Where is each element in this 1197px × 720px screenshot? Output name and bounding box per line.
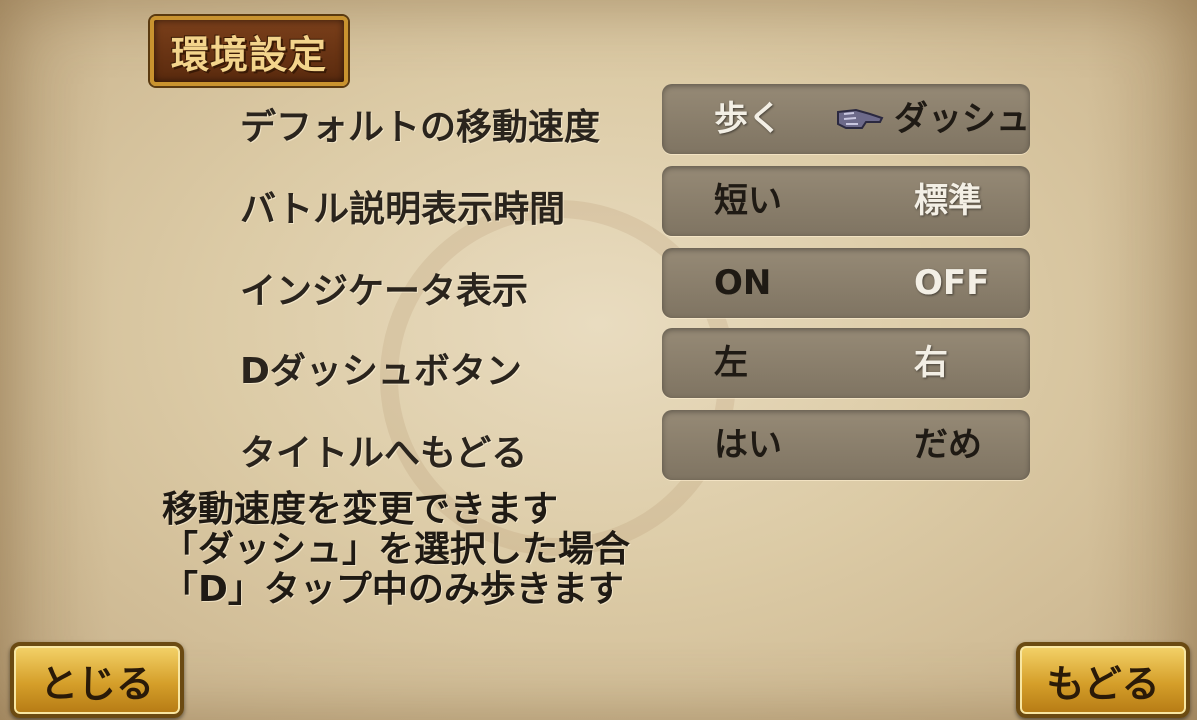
help-text: 移動速度を変更できます 「ダッシュ」を選択した場合 「D」タップ中のみ歩きます — [162, 490, 630, 610]
back-button[interactable]: もどる — [1016, 642, 1190, 718]
option-yes[interactable]: はい — [714, 410, 782, 480]
title-plate: 環境設定 — [150, 16, 348, 86]
option-box-move-speed: 歩く ダッシュ — [662, 84, 1030, 154]
option-off[interactable]: OFF — [914, 248, 989, 318]
option-no[interactable]: だめ — [914, 410, 982, 480]
setting-label-battle-desc-time: バトル説明表示時間 — [240, 189, 566, 230]
option-dash[interactable]: ダッシュ — [894, 84, 1030, 154]
setting-label-d-dash-button: Dダッシュボタン — [240, 351, 522, 392]
left-ornament — [0, 0, 110, 720]
option-on[interactable]: ON — [714, 248, 771, 318]
option-box-battle-desc-time: 短い 標準 — [662, 166, 1030, 236]
option-box-return-title: はい だめ — [662, 410, 1030, 480]
setting-label-return-title: タイトルへもどる — [240, 433, 528, 474]
gauntlet-pointer-icon — [837, 108, 884, 129]
option-left[interactable]: 左 — [714, 328, 748, 398]
option-standard[interactable]: 標準 — [914, 166, 982, 236]
option-box-indicator: ON OFF — [662, 248, 1030, 318]
setting-label-indicator: インジケータ表示 — [240, 271, 529, 312]
option-walk[interactable]: 歩く — [714, 84, 782, 154]
option-short[interactable]: 短い — [714, 166, 782, 236]
option-right[interactable]: 右 — [914, 328, 948, 398]
right-ornament — [1087, 0, 1197, 720]
close-button[interactable]: とじる — [10, 642, 184, 718]
setting-label-move-speed: デフォルトの移動速度 — [240, 107, 601, 148]
option-box-d-dash-button: 左 右 — [662, 328, 1030, 398]
page-title: 環境設定 — [170, 32, 327, 77]
close-button-label: とじる — [39, 661, 154, 706]
help-line-3: 「D」タップ中のみ歩きます — [162, 569, 624, 610]
back-button-label: もどる — [1046, 661, 1160, 706]
help-line-1: 移動速度を変更できます — [162, 489, 559, 530]
help-line-2: 「ダッシュ」を選択した場合 — [162, 529, 631, 570]
